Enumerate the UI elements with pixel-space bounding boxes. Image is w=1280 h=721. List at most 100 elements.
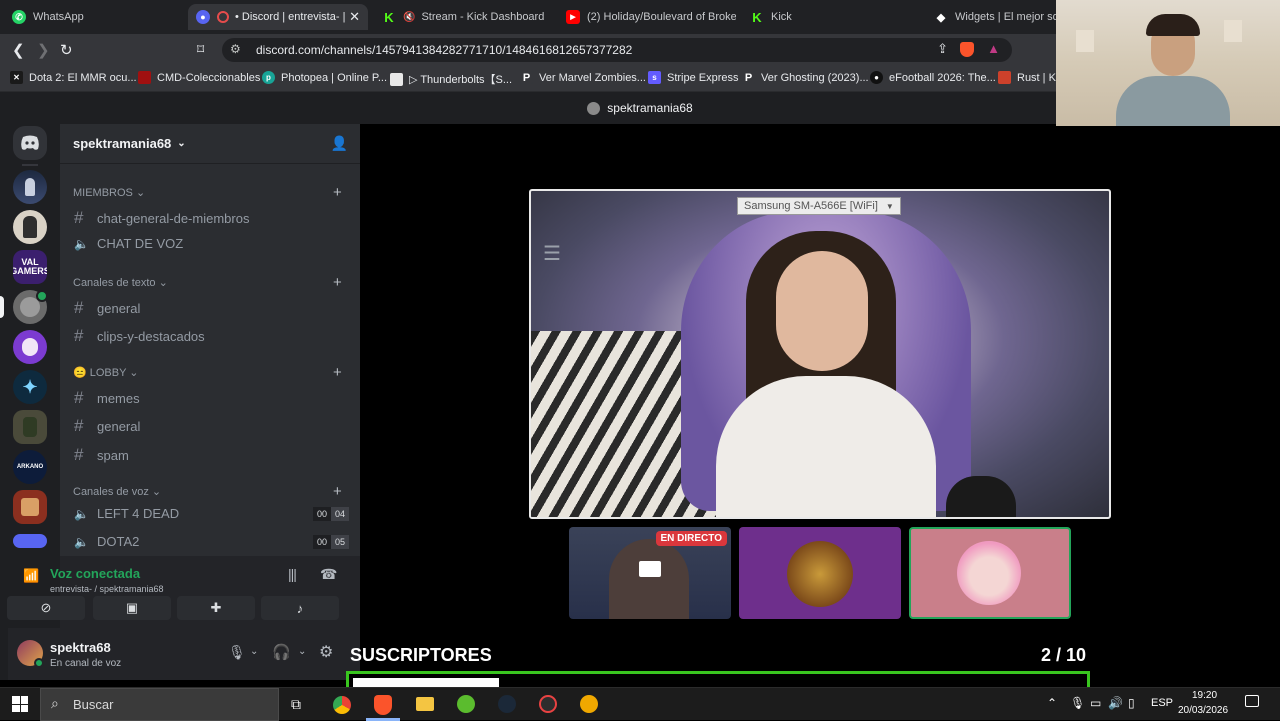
thumbnail-stream[interactable]: EN DIRECTO	[569, 527, 731, 619]
bookmark-rust[interactable]: Rust | Kic	[998, 71, 1064, 84]
device-label[interactable]: Samsung SM-A566E [WiFi] ▼	[737, 197, 901, 215]
utorrent-icon[interactable]	[457, 695, 475, 713]
headphones-icon[interactable]: 🎧	[272, 643, 291, 661]
gear-icon[interactable]: ⚙	[319, 642, 333, 662]
bookmark-icon[interactable]: ⌑	[197, 41, 204, 58]
invite-people-icon[interactable]: 👤	[331, 135, 348, 152]
chevron-down-icon[interactable]: ⌄	[298, 646, 306, 657]
bookmark-ghosting[interactable]: P Ver Ghosting (2023)...	[742, 71, 869, 84]
bookmark-marvel[interactable]: P Ver Marvel Zombies...	[520, 71, 646, 84]
back-icon[interactable]: ❮	[12, 41, 25, 59]
bookmark-photopea[interactable]: p Photopea | Online P...	[262, 71, 387, 84]
server-figure-icon	[25, 178, 35, 196]
username[interactable]: spektra68	[50, 640, 111, 655]
tab-discord[interactable]: ● • Discord | entrevista- | s ✕	[188, 4, 368, 30]
bookmark-dota[interactable]: ✕ Dota 2: El MMR ocu...	[10, 71, 137, 84]
noise-suppression-icon[interactable]: |||	[288, 566, 297, 582]
server-icon-2[interactable]	[13, 210, 47, 244]
add-channel-icon[interactable]: +	[333, 184, 342, 201]
signal-icon[interactable]: 📶	[23, 568, 39, 583]
server-icon-1[interactable]	[13, 170, 47, 204]
chrome-icon[interactable]	[333, 696, 351, 714]
task-view-icon[interactable]: ⧉	[291, 696, 301, 713]
category-lobby[interactable]: 😑 LOBBY ⌄ +	[73, 364, 342, 381]
channel-general-lobby[interactable]: # general	[74, 416, 349, 436]
volume-icon[interactable]: 🔊	[1108, 696, 1123, 710]
category-texto[interactable]: Canales de texto ⌄ +	[73, 274, 342, 291]
steam-icon[interactable]	[498, 695, 516, 713]
bookmark-efootball[interactable]: ● eFootball 2026: The...	[870, 71, 996, 84]
bookmark-stripe[interactable]: s Stripe Express	[648, 71, 739, 84]
server-icon-bear[interactable]	[13, 330, 47, 364]
channel-general[interactable]: # general	[74, 298, 349, 318]
tab-youtube[interactable]: ▶ (2) Holiday/Boulevard of Broken	[558, 4, 736, 30]
microphone-tray-icon[interactable]: 🎙	[1070, 696, 1085, 710]
language-indicator[interactable]: ESP	[1151, 697, 1173, 709]
clock-date[interactable]: 20/03/2026	[1178, 705, 1228, 716]
focused-video[interactable]: ☰ Samsung SM-A566E [WiFi] ▼	[529, 189, 1111, 519]
address-bar[interactable]: ⚙ discord.com/channels/14579413842827717…	[222, 38, 1012, 62]
clock-time[interactable]: 19:20	[1192, 690, 1217, 701]
search-placeholder: Buscar	[73, 697, 114, 712]
windows-start-icon[interactable]	[12, 696, 28, 712]
disconnect-icon[interactable]: ☎	[320, 566, 337, 583]
tab-whatsapp[interactable]: ✆ WhatsApp	[4, 4, 186, 30]
share-icon[interactable]: ⇪	[937, 41, 948, 57]
bookmark-thunderbolts[interactable]: ▷ Thunderbolts【S...	[390, 71, 512, 87]
server-icon-valgamers[interactable]: VAL GAMERS	[13, 250, 47, 284]
channel-memes[interactable]: # memes	[74, 388, 349, 408]
brave-icon[interactable]	[374, 695, 392, 715]
close-tab-icon[interactable]: ✕	[345, 9, 360, 25]
channel-clips[interactable]: # clips-y-destacados	[74, 326, 349, 346]
file-explorer-icon[interactable]	[416, 697, 434, 711]
soundboard-button[interactable]: ♪	[261, 596, 339, 620]
app-icon[interactable]	[580, 695, 598, 713]
channel-dota2[interactable]: 🔈 DOTA2 00 05	[74, 534, 349, 549]
channel-chat-voz[interactable]: 🔈 CHAT DE VOZ	[74, 236, 349, 251]
obs-icon[interactable]	[539, 695, 557, 713]
server-icon-arkano[interactable]: ARKANO	[13, 450, 47, 484]
category-voz[interactable]: Canales de voz ⌄ +	[73, 483, 342, 500]
channel-label: LEFT 4 DEAD	[97, 506, 180, 521]
server-icon-more[interactable]	[13, 534, 47, 548]
reload-icon[interactable]: ↻	[60, 41, 73, 59]
server-icon-bird[interactable]: ✦	[13, 370, 47, 404]
tray-chevron-icon[interactable]: ⌃	[1047, 696, 1057, 710]
speaker-icon: 🔈	[74, 236, 89, 251]
server-icon-soldier[interactable]	[13, 410, 47, 444]
category-miembros[interactable]: MIEMBROS ⌄ +	[73, 184, 342, 201]
thumbnail-participant-2[interactable]	[739, 527, 901, 619]
chevron-down-icon[interactable]: ⌄	[250, 646, 258, 657]
battery-icon[interactable]: ▯	[1128, 696, 1135, 710]
voice-status[interactable]: Voz conectada	[50, 566, 140, 581]
tab-widgets[interactable]: ◆ Widgets | El mejor softw	[926, 4, 1056, 30]
hash-icon: #	[74, 416, 84, 435]
tab-label: Stream - Kick Dashboard	[421, 11, 545, 23]
channel-label: DOTA2	[97, 534, 140, 549]
discord-home-icon[interactable]	[13, 126, 47, 160]
voice-location[interactable]: entrevista- / spektramania68	[50, 584, 164, 594]
server-header[interactable]: spektramania68 ⌄ 👤	[60, 124, 360, 164]
taskbar-search[interactable]: ⌕ Buscar	[40, 688, 279, 721]
add-channel-icon[interactable]: +	[333, 483, 342, 500]
activities-button[interactable]: ✚	[177, 596, 255, 620]
microphone-icon[interactable]: 🎙	[228, 644, 246, 661]
bookmark-cmd[interactable]: CMD-Coleccionables	[138, 71, 260, 84]
thumbnail-participant-3[interactable]	[909, 527, 1071, 619]
camera-off-button[interactable]: ⊘	[7, 596, 85, 620]
server-icon-game[interactable]	[13, 490, 47, 524]
brave-rewards-icon[interactable]: ▲	[987, 41, 1000, 56]
channel-spam[interactable]: # spam	[74, 445, 349, 465]
notifications-icon[interactable]	[1245, 695, 1259, 707]
screen-share-button[interactable]: ▣	[93, 596, 171, 620]
site-settings-icon[interactable]: ⚙	[230, 42, 241, 56]
channel-left4dead[interactable]: 🔈 LEFT 4 DEAD 00 04	[74, 506, 349, 521]
add-channel-icon[interactable]: +	[333, 274, 342, 291]
brave-shield-icon[interactable]	[960, 42, 974, 57]
add-channel-icon[interactable]: +	[333, 364, 342, 381]
channel-chat-general[interactable]: # chat-general-de-miembros	[74, 208, 349, 228]
forward-icon[interactable]: ❯	[37, 41, 50, 59]
network-icon[interactable]: ▭	[1090, 696, 1101, 710]
tab-kick-dashboard[interactable]: K 🔇 Stream - Kick Dashboard	[374, 4, 554, 30]
tab-kick[interactable]: K Kick	[742, 4, 920, 30]
